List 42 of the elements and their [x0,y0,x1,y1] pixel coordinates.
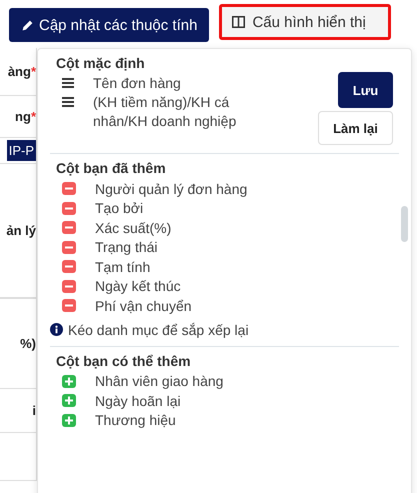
display-config-button[interactable]: Cấu hình hiển thị [219,4,391,40]
field-label: %) [20,336,36,351]
remove-icon[interactable] [62,280,76,293]
save-button[interactable]: Lưu [338,72,393,108]
scrollbar-thumb[interactable] [401,206,408,242]
column-name: Xác suất(%) [95,220,172,236]
field-label: àng* [8,64,36,79]
section-title: Cột bạn có thể thêm [56,352,192,368]
column-name: (KH tiềm năng)/KH cá nhân/KH doanh nghiệp [93,93,238,131]
drag-handle-icon[interactable] [62,97,74,107]
column-name: Ngày hoãn lại [95,392,181,409]
column-name: Người quản lý đơn hàng [95,180,248,197]
column-name: Tạo bởi [95,200,144,216]
section-title: Cột mặc định [56,55,146,71]
add-icon[interactable] [62,374,76,388]
add-icon[interactable] [62,394,76,408]
remove-icon[interactable] [62,299,76,312]
remove-icon[interactable] [62,221,76,234]
remove-icon[interactable] [62,202,76,215]
columns-icon [232,16,246,28]
selected-value-chip: IP-P [6,140,36,161]
hint-text: Kéo danh mục để sắp xếp lại [68,322,249,338]
column-name: Ngày kết thúc [95,278,181,294]
info-icon [50,323,63,336]
column-name: Nhân viên giao hàng [95,373,224,390]
reset-button[interactable]: Làm lại [318,111,393,145]
field-label: ng* [15,109,36,124]
column-name: Trạng thái [95,239,158,256]
pencil-icon [21,18,34,32]
column-name: Tạm tính [95,258,150,275]
remove-icon[interactable] [62,240,76,254]
section-title: Cột bạn đã thêm [56,160,167,176]
drag-handle-icon[interactable] [62,78,74,88]
column-name: Tên đơn hàng [93,74,182,93]
remove-icon[interactable] [62,260,76,274]
field-label: i [32,403,36,418]
field-label: ản lý [6,223,36,238]
remove-icon[interactable] [62,182,76,196]
column-name: Thương hiệu [95,412,176,428]
update-attributes-button[interactable]: Cập nhật các thuộc tính [9,8,210,42]
add-icon[interactable] [62,414,76,427]
column-name: Phí vận chuyển [95,298,192,314]
